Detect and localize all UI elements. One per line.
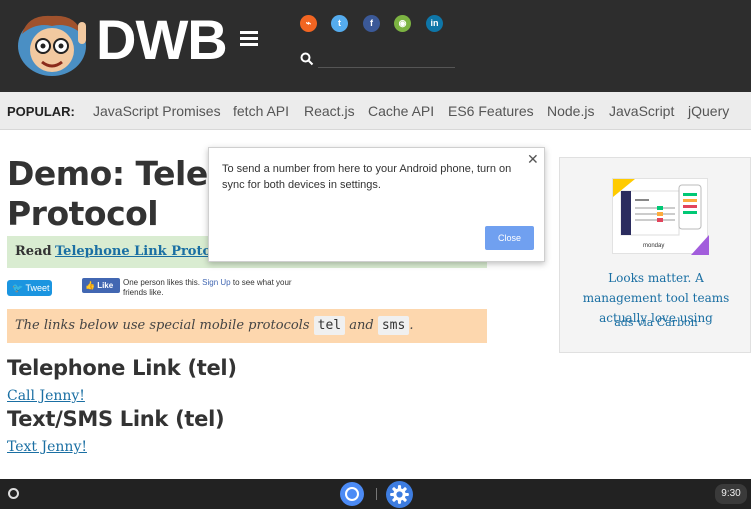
taskbar-divider <box>376 488 377 500</box>
tweet-label: Tweet <box>25 283 50 293</box>
launcher-icon[interactable] <box>8 488 19 499</box>
popular-link[interactable]: Cache API <box>368 103 434 119</box>
title-line: Demo: Telep <box>7 154 231 193</box>
like-count-text: One person likes this. Sign Up to see wh… <box>123 278 313 298</box>
search-input[interactable] <box>318 67 455 68</box>
page-title: Demo: Telep Protocol <box>7 154 231 234</box>
like-count: One person likes this. <box>123 278 200 287</box>
site-brand[interactable]: DWB <box>96 6 228 74</box>
popular-link[interactable]: fetch API <box>233 103 289 119</box>
close-icon[interactable]: ✕ <box>527 152 539 166</box>
rss-icon[interactable]: ⌁ <box>300 15 317 32</box>
ad-brand: monday <box>643 243 664 249</box>
read-label: Read <box>15 244 52 259</box>
popular-link[interactable]: jQuery <box>688 103 729 119</box>
popular-link[interactable]: ES6 Features <box>448 103 534 119</box>
site-header: DWB ⌁ t f ◉ in <box>0 0 751 92</box>
read-article-link[interactable]: Telephone Link Proto <box>55 244 211 259</box>
github-icon[interactable]: ◉ <box>394 15 411 32</box>
title-line: Protocol <box>7 194 159 233</box>
heading-telephone-link: Telephone Link (tel) <box>7 356 237 380</box>
code-sms: sms <box>377 316 410 335</box>
hamburger-menu-icon[interactable] <box>240 31 258 46</box>
facebook-like-button[interactable]: 👍 Like <box>82 278 120 293</box>
code-tel: tel <box>313 316 346 335</box>
heading-sms-link: Text/SMS Link (tel) <box>7 407 225 431</box>
call-jenny-link[interactable]: Call Jenny! <box>7 388 85 404</box>
linkedin-icon[interactable]: in <box>426 15 443 32</box>
popular-label: POPULAR: <box>7 104 75 119</box>
search-icon[interactable] <box>300 52 314 66</box>
protocols-text: The links below use special mobile proto… <box>15 316 414 335</box>
like-label: Like <box>97 281 114 290</box>
popular-nav: POPULAR: JavaScript Promises fetch API R… <box>0 92 751 130</box>
protocols-note: The links below use special mobile proto… <box>7 309 487 343</box>
popular-link[interactable]: React.js <box>304 103 355 119</box>
popup-message: To send a number from here to your Andro… <box>222 163 512 191</box>
settings-gear-icon[interactable] <box>386 481 413 508</box>
tweet-button[interactable]: 🐦 Tweet <box>7 280 52 296</box>
protocols-text-start: The links below use special mobile proto… <box>15 318 310 333</box>
popup-close-button[interactable]: Close <box>485 226 534 250</box>
like-signup-link[interactable]: Sign Up <box>202 278 230 287</box>
popular-link[interactable]: Node.js <box>547 103 594 119</box>
ad-dashboard-illustration-icon: monday <box>613 179 709 255</box>
popular-link[interactable]: JavaScript <box>609 103 674 119</box>
protocols-and: and <box>349 318 374 333</box>
sync-notification-popup: To send a number from here to your Andro… <box>208 147 545 262</box>
protocols-end: . <box>409 318 414 333</box>
popular-link[interactable]: JavaScript Promises <box>93 103 221 119</box>
twitter-icon[interactable]: t <box>331 15 348 32</box>
ad-via-carbon-link[interactable]: ads via Carbon <box>568 316 744 329</box>
carbon-ad: monday Looks matter. A management tool t… <box>559 157 751 353</box>
chrome-browser-icon[interactable] <box>339 481 365 507</box>
text-jenny-link[interactable]: Text Jenny! <box>7 439 87 455</box>
system-clock[interactable]: 9:30 <box>715 484 747 504</box>
facebook-icon[interactable]: f <box>363 15 380 32</box>
mascot-logo-icon[interactable] <box>8 8 96 80</box>
ad-image[interactable]: monday <box>612 178 709 255</box>
system-taskbar: 9:30 <box>0 479 751 509</box>
